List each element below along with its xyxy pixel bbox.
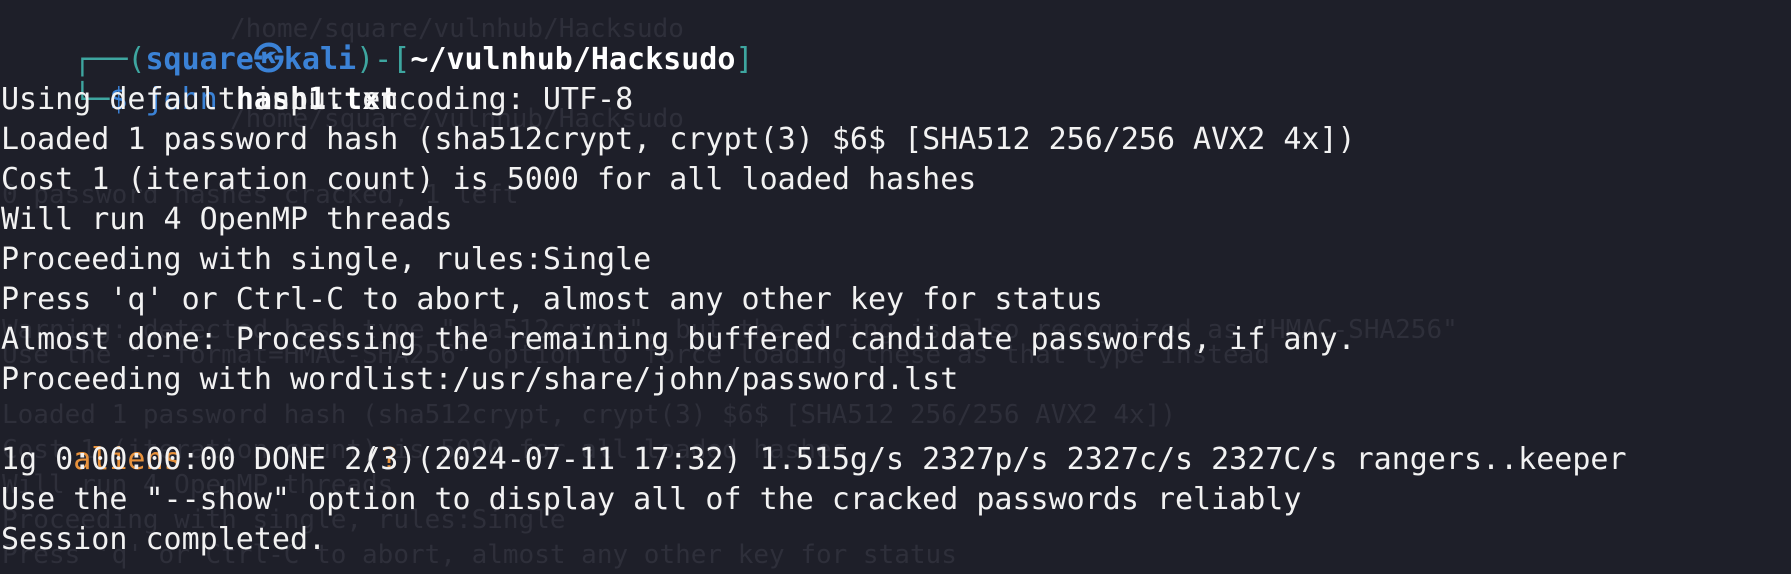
output-line: Proceeding with single, rules:Single [1, 242, 652, 277]
output-line: Almost done: Processing the remaining bu… [1, 322, 1356, 357]
output-line: Cost 1 (iteration count) is 5000 for all… [1, 162, 977, 197]
output-line: Proceeding with wordlist:/usr/share/john… [1, 362, 959, 397]
output-line: Loaded 1 password hash (sha512crypt, cry… [1, 122, 1356, 157]
command-line[interactable]: └─$ john hash1.txt [1, 40, 398, 117]
output-line: Will run 4 OpenMP threads [1, 202, 453, 237]
terminal-window[interactable]: /home/square/vulnhub/Hacksudo /home/squa… [0, 0, 1791, 574]
prompt-line: ┌──(square㉿kali)-[~/vulnhub/Hacksudo] [1, 0, 753, 77]
status-line: 1g 0:00:00:00 DONE 2/3 (2024-07-11 17:32… [1, 442, 1627, 477]
output-line: Using default input encoding: UTF-8 [1, 82, 634, 117]
hint-line: Use the "--show" option to display all o… [1, 482, 1302, 517]
cracked-password-line: aliens (?) [1, 400, 416, 477]
session-line: Session completed. [1, 522, 327, 557]
prompt-cwd: ~/vulnhub/Hacksudo [410, 42, 736, 77]
output-line: Press 'q' or Ctrl-C to abort, almost any… [1, 282, 1103, 317]
prompt-frame: ] [735, 42, 754, 77]
